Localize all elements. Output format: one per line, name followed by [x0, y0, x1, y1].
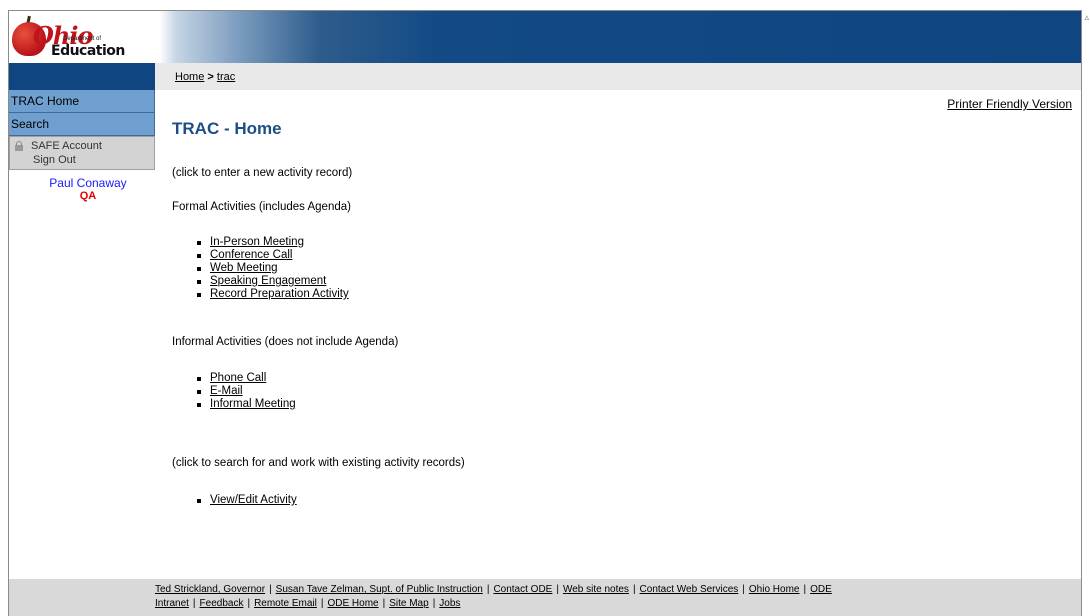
- conference-call-link[interactable]: Conference Call: [210, 249, 292, 261]
- list-item: View/Edit Activity: [194, 494, 297, 507]
- printer-friendly-link[interactable]: Printer Friendly Version: [947, 97, 1072, 111]
- safe-account-box: SAFE Account Sign Out: [9, 136, 155, 170]
- new-record-hint: (click to enter a new activity record): [172, 167, 353, 179]
- footer-link-superintendent[interactable]: Susan Tave Zelman, Supt. of Public Instr…: [276, 584, 483, 595]
- user-name: Paul Conaway: [49, 176, 127, 190]
- sign-out-link[interactable]: Sign Out: [33, 154, 76, 166]
- ohio-education-logo[interactable]: Ohio Department of Education: [9, 15, 125, 61]
- informal-activities-list: Phone Call E-Mail Informal Meeting: [194, 372, 296, 411]
- footer-link-contact-web-services[interactable]: Contact Web Services: [640, 584, 739, 595]
- list-item: Speaking Engagement: [194, 275, 349, 288]
- breadcrumb-home-link[interactable]: Home: [175, 71, 204, 83]
- list-item: Informal Meeting: [194, 398, 296, 411]
- breadcrumb-current-link[interactable]: trac: [217, 71, 235, 83]
- in-person-meeting-link[interactable]: In-Person Meeting: [210, 236, 304, 248]
- breadcrumb: Home > trac: [175, 71, 235, 83]
- sidebar: TRAC Home Search SAFE Account Sign Out P…: [9, 90, 155, 202]
- footer-link-ohio-home[interactable]: Ohio Home: [749, 584, 800, 595]
- footer-link-jobs[interactable]: Jobs: [439, 598, 460, 609]
- view-edit-activity-link[interactable]: View/Edit Activity: [210, 494, 297, 506]
- page-frame: Ohio Department of Education Home > trac…: [8, 10, 1082, 616]
- lock-icon: [15, 141, 23, 151]
- email-link[interactable]: E-Mail: [210, 385, 243, 397]
- breadcrumb-bar-left-block: [9, 63, 155, 90]
- list-item: Record Preparation Activity: [194, 288, 349, 301]
- user-role: QA: [79, 190, 97, 202]
- phone-call-link[interactable]: Phone Call: [210, 372, 266, 384]
- list-item: E-Mail: [194, 385, 296, 398]
- breadcrumb-bar: Home > trac: [9, 63, 1081, 90]
- safe-account-label: SAFE Account: [31, 140, 102, 152]
- footer-link-ode-home[interactable]: ODE Home: [327, 598, 378, 609]
- site-footer: Ted Strickland, Governor | Susan Tave Zelm…: [9, 579, 1081, 616]
- logo-dept-text: Department of: [63, 36, 102, 42]
- sidebar-item-search[interactable]: Search: [9, 113, 155, 136]
- web-meeting-link[interactable]: Web Meeting: [210, 262, 278, 274]
- list-item: Conference Call: [194, 249, 349, 262]
- footer-link-web-site-notes[interactable]: Web site notes: [563, 584, 629, 595]
- footer-link-governor[interactable]: Ted Strickland, Governor: [155, 584, 265, 595]
- existing-activities-list: View/Edit Activity: [194, 494, 297, 507]
- breadcrumb-separator: >: [207, 71, 214, 83]
- scroll-arrow-icon[interactable]: ▵: [1084, 12, 1089, 23]
- search-existing-hint: (click to search for and work with exist…: [172, 457, 465, 469]
- formal-activities-list: In-Person Meeting Conference Call Web Me…: [194, 236, 349, 301]
- list-item: Phone Call: [194, 372, 296, 385]
- footer-link-feedback[interactable]: Feedback: [200, 598, 244, 609]
- informal-activities-heading: Informal Activities (does not include Ag…: [172, 336, 399, 348]
- informal-meeting-link[interactable]: Informal Meeting: [210, 398, 296, 410]
- footer-link-remote-email[interactable]: Remote Email: [254, 598, 317, 609]
- list-item: Web Meeting: [194, 262, 349, 275]
- record-preparation-activity-link[interactable]: Record Preparation Activity: [210, 288, 349, 300]
- formal-activities-heading: Formal Activities (includes Agenda): [172, 201, 351, 213]
- footer-link-contact-ode[interactable]: Contact ODE: [493, 584, 552, 595]
- speaking-engagement-link[interactable]: Speaking Engagement: [210, 275, 326, 287]
- sidebar-item-trac-home[interactable]: TRAC Home: [9, 90, 155, 113]
- site-header: Ohio Department of Education: [9, 11, 1081, 63]
- logo-education-text: Education: [51, 43, 125, 59]
- footer-links: Ted Strickland, Governor | Susan Tave Zelm…: [155, 584, 832, 609]
- window-right-edge: ▵: [1082, 0, 1090, 616]
- page-title: TRAC - Home: [172, 119, 282, 138]
- list-item: In-Person Meeting: [194, 236, 349, 249]
- footer-link-site-map[interactable]: Site Map: [389, 598, 428, 609]
